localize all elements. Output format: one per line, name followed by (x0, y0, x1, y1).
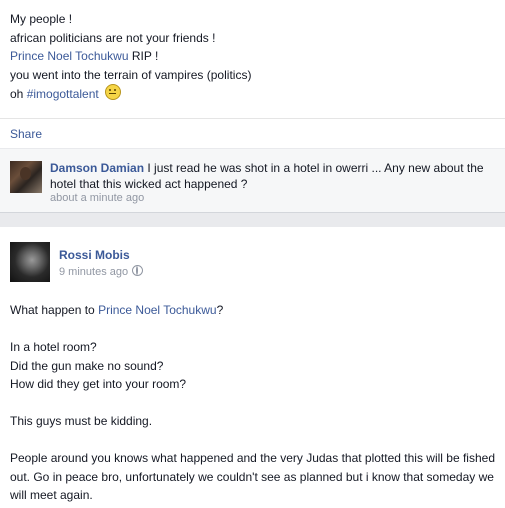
comment: Damson Damian I just read he was shot in… (0, 148, 505, 213)
post-line: My people ! (10, 12, 73, 26)
share-button[interactable]: Share (10, 127, 42, 141)
comment-timestamp[interactable]: about a minute ago (50, 192, 144, 204)
text: How did they get into your room? (10, 377, 187, 391)
post-author-link[interactable]: Rossi Mobis (59, 248, 130, 262)
post: Rossi Mobis 9 minutes ago What happen to… (0, 227, 505, 508)
post-timestamp: 9 minutes ago (59, 265, 144, 278)
avatar[interactable] (10, 161, 42, 193)
feed-separator (0, 212, 505, 227)
text: What happen to (10, 303, 99, 317)
smile-emoji-icon (105, 84, 122, 100)
post-line: african politicians are not your friends… (10, 30, 216, 45)
mention-link[interactable]: Prince Noel Tochukwu (98, 303, 217, 317)
post-paragraph: In a hotel room? Did the gun make no soun… (10, 338, 500, 394)
text: Did the gun make no sound? (10, 358, 164, 373)
post-body: What happen to Prince Noel Tochukwu? In … (10, 301, 500, 505)
post-text: My people ! african politicians are not … (10, 10, 251, 104)
post-line-prefix: oh (10, 87, 27, 101)
post-top: My people ! african politicians are not … (0, 0, 505, 213)
avatar[interactable] (10, 242, 50, 282)
post-paragraph: This guys must be kidding. (10, 414, 153, 428)
globe-icon[interactable] (132, 265, 144, 276)
text: In a hotel room? (10, 340, 97, 354)
post-line: Prince Noel Tochukwu RIP ! (10, 47, 251, 66)
post-paragraph: People around you knows what happened an… (10, 451, 495, 502)
text: ? (216, 303, 224, 317)
post-line: oh #imogottalent (10, 84, 251, 104)
post-paragraph: What happen to Prince Noel Tochukwu? (10, 301, 500, 320)
hashtag-link[interactable]: #imogottalent (27, 87, 99, 101)
post-line: you went into the terrain of vampires (p… (10, 67, 252, 82)
comment-author-link[interactable]: Damson Damian (50, 161, 144, 175)
mention-link[interactable]: Prince Noel Tochukwu (10, 49, 129, 63)
comment-text: Damson Damian I just read he was shot in… (50, 160, 498, 192)
timestamp-link[interactable]: 9 minutes ago (59, 266, 128, 278)
post-line-suffix: RIP ! (128, 49, 159, 63)
divider (0, 118, 505, 119)
